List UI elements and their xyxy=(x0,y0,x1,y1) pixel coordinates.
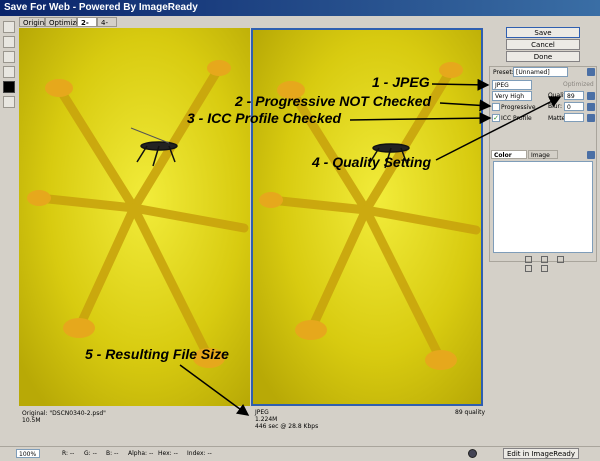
preview-in-browser-icon[interactable] xyxy=(468,449,477,458)
annotation-arrows xyxy=(179,78,562,416)
edit-in-imageready-button[interactable]: Edit in ImageReady xyxy=(503,448,579,459)
zoom-select[interactable]: 100% xyxy=(16,449,40,458)
readout-index: Index: -- xyxy=(187,450,212,457)
readout-g: G: -- xyxy=(84,450,97,457)
arrow-icc xyxy=(349,112,492,125)
status-bar: 100% R: -- G: -- B: -- Alpha: -- Hex: --… xyxy=(0,446,600,461)
readout-hex: Hex: -- xyxy=(158,450,178,457)
arrow-file-size xyxy=(179,364,250,416)
arrow-jpeg xyxy=(431,78,490,91)
arrow-progressive xyxy=(439,99,492,112)
readout-r: R: -- xyxy=(62,450,75,457)
readout-alpha: Alpha: -- xyxy=(128,450,154,457)
readout-b: B: -- xyxy=(106,450,119,457)
arrow-quality xyxy=(435,96,562,161)
